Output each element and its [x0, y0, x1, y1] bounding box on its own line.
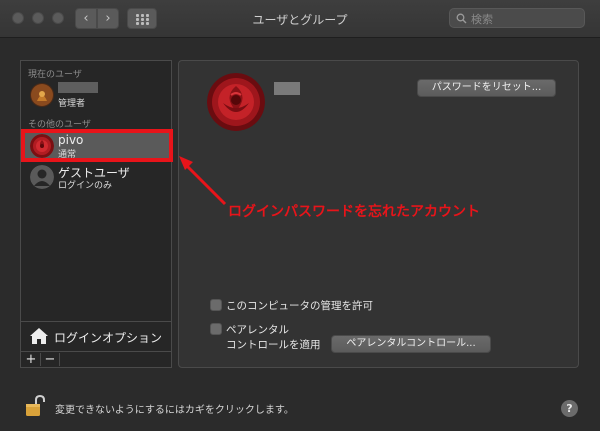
- remove-user-button[interactable]: −: [41, 353, 60, 366]
- add-remove-bar: + −: [21, 351, 171, 367]
- allow-admin-checkbox[interactable]: [210, 299, 222, 311]
- guest-avatar-icon: [30, 165, 54, 189]
- search-field[interactable]: 検索: [449, 8, 585, 28]
- search-placeholder: 検索: [471, 13, 493, 26]
- parental-controls-checkbox[interactable]: [210, 323, 222, 335]
- allow-admin-label: このコンピュータの管理を許可: [226, 300, 373, 312]
- parental-label-line2: コントロールを適用: [226, 339, 321, 351]
- selected-user-highlight: [21, 129, 173, 162]
- house-icon: [30, 328, 48, 344]
- current-user-row[interactable]: 管理者: [21, 80, 171, 110]
- search-icon: [456, 13, 467, 24]
- login-options-button[interactable]: ログインオプション: [21, 321, 171, 351]
- current-user-role: 管理者: [58, 99, 86, 109]
- help-button[interactable]: ?: [561, 400, 578, 417]
- annotation-label: ログインパスワードを忘れたアカウント: [228, 204, 480, 220]
- user-row-guest[interactable]: ゲストユーザ ログインのみ: [21, 162, 171, 192]
- reset-password-button[interactable]: パスワードをリセット...: [417, 79, 556, 97]
- add-user-button[interactable]: +: [22, 353, 41, 366]
- padlock-open-icon[interactable]: [25, 394, 45, 418]
- redacted-full-name: [274, 82, 300, 95]
- login-options-label: ログインオプション: [54, 331, 163, 345]
- redacted-user-name: [58, 82, 98, 93]
- current-user-header: 現在のユーザ: [28, 70, 82, 80]
- annotation-arrow: [179, 156, 227, 206]
- title-bar: ‹ › ユーザとグループ 検索: [0, 0, 600, 38]
- user-picture[interactable]: [207, 73, 265, 131]
- current-user-avatar: [30, 83, 54, 107]
- parental-controls-button[interactable]: ペアレンタルコントロール...: [331, 335, 491, 353]
- parental-label-line1: ペアレンタル: [226, 324, 289, 336]
- lock-message: 変更できないようにするにはカギをクリックします。: [55, 405, 294, 416]
- user-list-sidebar: 現在のユーザ 管理者 その他のユーザ pivo 通常 ゲストユーザ ログインのみ…: [20, 60, 172, 368]
- user-role: ログインのみ: [58, 181, 113, 191]
